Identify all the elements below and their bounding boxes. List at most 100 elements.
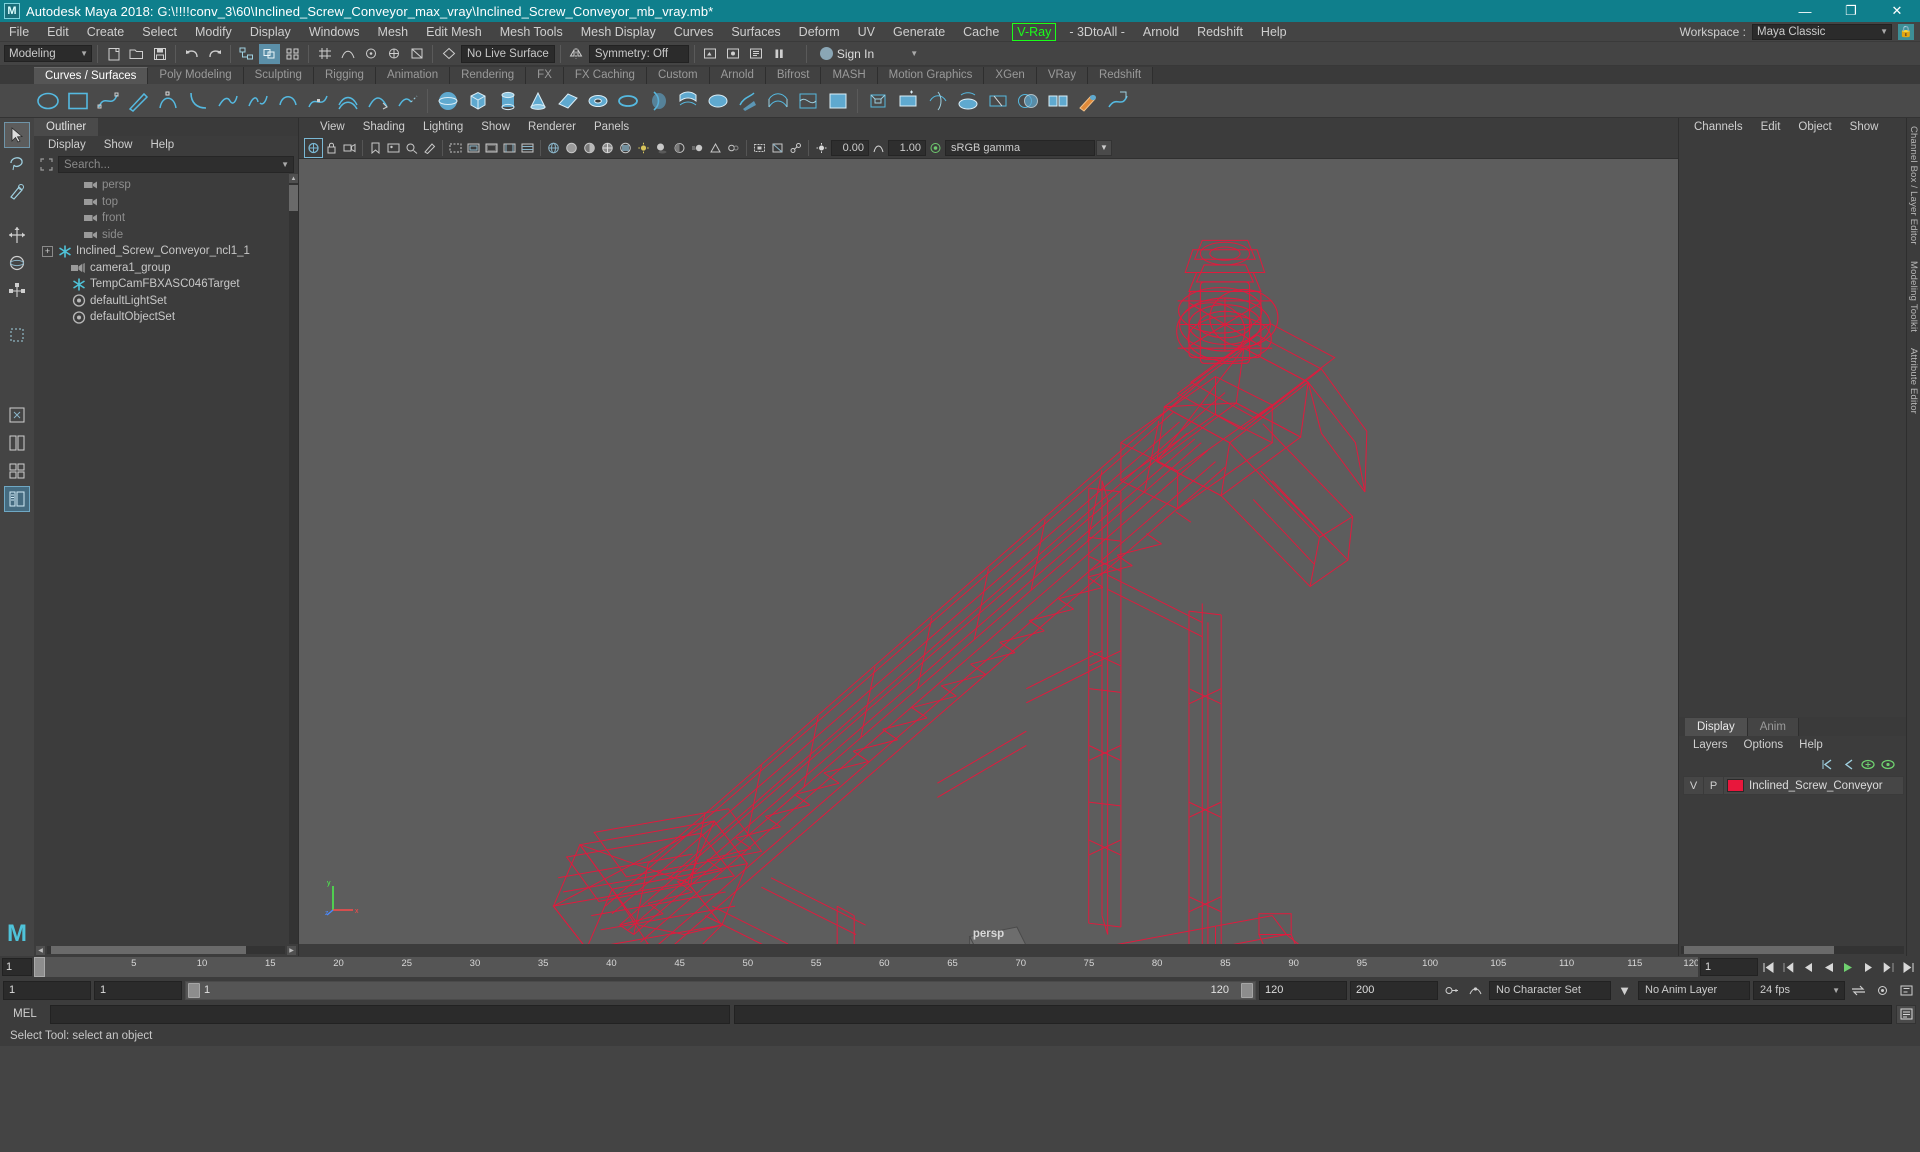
step-forward-key-icon[interactable] bbox=[1879, 958, 1898, 977]
snap-projected-center-button[interactable] bbox=[383, 44, 404, 64]
select-by-component-type-button[interactable] bbox=[282, 44, 303, 64]
shelf-tab-poly-modeling[interactable]: Poly Modeling bbox=[148, 67, 244, 84]
minimize-button[interactable]: — bbox=[1782, 0, 1828, 22]
channel-box-menu-channels[interactable]: Channels bbox=[1685, 118, 1752, 137]
range-start-field[interactable]: 1 bbox=[3, 980, 91, 1000]
nurbs-sphere-icon[interactable] bbox=[434, 87, 461, 114]
shelf-tab-arnold[interactable]: Arnold bbox=[709, 67, 766, 84]
vtab-channel-box-layer-editor[interactable]: Channel Box / Layer Editor bbox=[1908, 118, 1919, 253]
shelf-tab-fx-caching[interactable]: FX Caching bbox=[563, 67, 647, 84]
outliner-item-camera1-group[interactable]: camera1_group bbox=[34, 260, 298, 277]
pencil-curve-icon[interactable] bbox=[124, 87, 151, 114]
range-slider[interactable]: 1 120 bbox=[185, 980, 1256, 1000]
shelf-tab-animation[interactable]: Animation bbox=[375, 67, 451, 84]
snap-point-button[interactable] bbox=[360, 44, 381, 64]
ep-curve-tool-icon[interactable] bbox=[94, 87, 121, 114]
channel-box-body[interactable] bbox=[1679, 137, 1906, 717]
time-slider-cursor[interactable] bbox=[34, 957, 45, 977]
shelf-tab-custom[interactable]: Custom bbox=[646, 67, 710, 84]
project-curve-icon[interactable] bbox=[954, 87, 981, 114]
menu-mesh[interactable]: Mesh bbox=[369, 22, 418, 42]
scrollbar-track[interactable] bbox=[47, 946, 285, 954]
tab-display-layers[interactable]: Display bbox=[1685, 718, 1748, 736]
vtab-modeling-toolkit[interactable]: Modeling Toolkit bbox=[1908, 253, 1919, 340]
trim-tool-icon[interactable] bbox=[984, 87, 1011, 114]
select-camera-icon[interactable] bbox=[304, 137, 323, 158]
character-set-select[interactable]: No Character Set bbox=[1489, 980, 1611, 1000]
menu-display[interactable]: Display bbox=[241, 22, 300, 42]
make-live-button[interactable] bbox=[438, 44, 459, 64]
playback-end-field[interactable]: 1 bbox=[1700, 958, 1758, 976]
viewport-menu-view[interactable]: View bbox=[311, 118, 354, 137]
ipr-render-button[interactable] bbox=[723, 44, 744, 64]
menu-help[interactable]: Help bbox=[1252, 22, 1296, 42]
redo-button[interactable] bbox=[204, 44, 225, 64]
viewport-menu-panels[interactable]: Panels bbox=[585, 118, 638, 137]
shelf-tab-vray[interactable]: VRay bbox=[1036, 67, 1088, 84]
animation-prefs-gear-icon[interactable] bbox=[1872, 980, 1893, 1000]
smooth-shade-all-icon[interactable] bbox=[563, 139, 580, 157]
four-pane-layout-button[interactable] bbox=[4, 458, 30, 484]
boundary-icon[interactable] bbox=[794, 87, 821, 114]
attach-curves-icon[interactable] bbox=[214, 87, 241, 114]
step-back-key-icon[interactable] bbox=[1779, 958, 1798, 977]
open-close-curves-icon[interactable] bbox=[274, 87, 301, 114]
sign-in-control[interactable]: Sign In ▼ bbox=[819, 47, 918, 61]
shelf-tab-bifrost[interactable]: Bifrost bbox=[765, 67, 822, 84]
render-settings-button[interactable] bbox=[746, 44, 767, 64]
outliner-item-tempcam-target[interactable]: TempCamFBXASC046Target bbox=[34, 276, 298, 293]
exposure-value[interactable]: 0.00 bbox=[831, 139, 869, 156]
play-backwards-icon[interactable] bbox=[1819, 958, 1838, 977]
undo-button[interactable] bbox=[181, 44, 202, 64]
scrollbar-thumb[interactable] bbox=[51, 946, 246, 954]
outliner-tree[interactable]: persp top front side + Inclined_Screw_Co… bbox=[34, 174, 298, 944]
snap-grid-button[interactable] bbox=[314, 44, 335, 64]
wireframe-on-shaded-icon[interactable] bbox=[599, 139, 616, 157]
image-plane-icon[interactable] bbox=[385, 139, 402, 157]
mel-label[interactable]: MEL bbox=[4, 1008, 46, 1020]
tab-outliner[interactable]: Outliner bbox=[34, 118, 99, 136]
outliner-horizontal-scrollbar[interactable]: ◀ ▶ bbox=[34, 944, 298, 956]
close-button[interactable]: ✕ bbox=[1874, 0, 1920, 22]
extrude-icon[interactable] bbox=[734, 87, 761, 114]
expand-toggle-icon[interactable]: + bbox=[42, 245, 53, 257]
menu-select[interactable]: Select bbox=[133, 22, 186, 42]
range-slider-right-grip[interactable] bbox=[1241, 982, 1253, 998]
menu-surfaces[interactable]: Surfaces bbox=[722, 22, 789, 42]
menu-cache[interactable]: Cache bbox=[954, 22, 1008, 42]
chevron-down-icon[interactable]: ▼ bbox=[281, 160, 289, 169]
layer-name[interactable]: Inclined_Screw_Conveyor bbox=[1747, 780, 1883, 792]
shelf-tab-redshift[interactable]: Redshift bbox=[1087, 67, 1154, 84]
outliner-vertical-scrollbar[interactable]: ▲ bbox=[289, 174, 298, 944]
menu-generate[interactable]: Generate bbox=[884, 22, 954, 42]
menu-edit[interactable]: Edit bbox=[38, 22, 78, 42]
shelf-tab-motion-graphics[interactable]: Motion Graphics bbox=[877, 67, 985, 84]
shelf-tab-curves-surfaces[interactable]: Curves / Surfaces bbox=[34, 67, 149, 84]
layer-visibility-toggle[interactable]: V bbox=[1684, 777, 1704, 794]
safe-action-icon[interactable] bbox=[501, 139, 518, 157]
insert-knot-icon[interactable] bbox=[304, 87, 331, 114]
shadows-icon[interactable] bbox=[653, 139, 670, 157]
nurbs-cube-icon[interactable] bbox=[464, 87, 491, 114]
select-tool-button[interactable] bbox=[4, 122, 30, 148]
layer-color-swatch[interactable] bbox=[1727, 779, 1744, 792]
offset-curve-icon[interactable] bbox=[334, 87, 361, 114]
outliner-item-default-object-set[interactable]: defaultObjectSet bbox=[34, 309, 298, 326]
bevel-plus-icon[interactable] bbox=[894, 87, 921, 114]
new-layer-from-selected-icon[interactable] bbox=[1880, 757, 1896, 772]
anim-start-field[interactable]: 1 bbox=[94, 980, 182, 1000]
scrollbar-track[interactable] bbox=[1681, 946, 1904, 954]
save-scene-button[interactable] bbox=[149, 44, 170, 64]
scroll-right-icon[interactable]: ▶ bbox=[287, 945, 296, 955]
step-forward-frame-icon[interactable] bbox=[1859, 958, 1878, 977]
outliner-search-input[interactable]: Search... ▼ bbox=[58, 156, 294, 173]
menu-vray[interactable]: V-Ray bbox=[1012, 22, 1057, 41]
select-by-hierarchy-button[interactable] bbox=[236, 44, 257, 64]
outliner-item-persp[interactable]: persp bbox=[34, 177, 298, 194]
lasso-tool-button[interactable] bbox=[4, 150, 30, 176]
open-scene-button[interactable] bbox=[126, 44, 147, 64]
camera-attributes-icon[interactable] bbox=[341, 139, 358, 157]
move-tool-button[interactable] bbox=[4, 222, 30, 248]
resolution-gate-icon[interactable] bbox=[447, 139, 464, 157]
planar-icon[interactable] bbox=[704, 87, 731, 114]
